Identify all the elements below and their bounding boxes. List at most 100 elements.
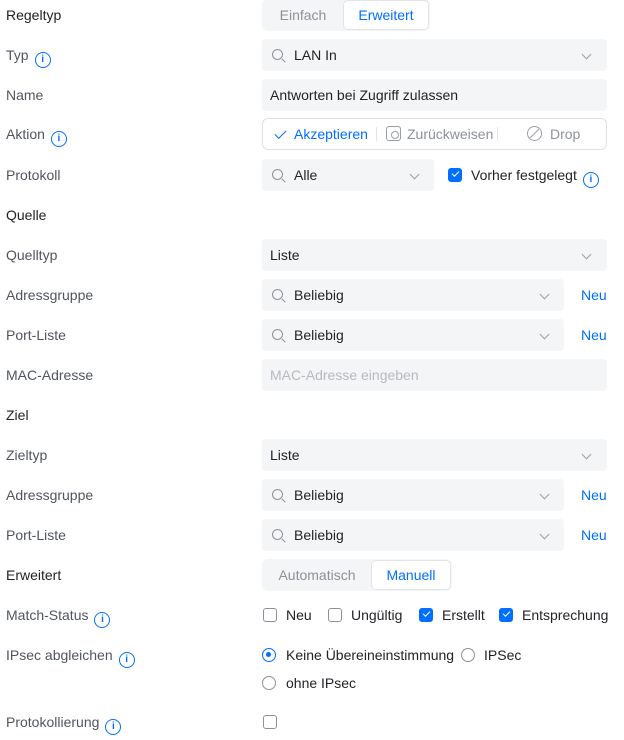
predefined-checkbox[interactable]: [448, 168, 462, 182]
advanced-segmented: Automatisch Manuell: [262, 559, 452, 591]
logging-row: Protokollierung i: [0, 706, 624, 738]
match-new-label: Neu: [286, 607, 312, 623]
logging-label: Protokollierung: [6, 714, 100, 730]
destination-port-list-select[interactable]: Beliebig: [262, 519, 564, 551]
match-related-checkbox[interactable]: [499, 608, 513, 622]
info-icon[interactable]: i: [94, 612, 111, 628]
search-icon: [272, 529, 283, 540]
action-reject-option[interactable]: Zurückweisen: [386, 119, 493, 149]
advanced-automatic-option[interactable]: Automatisch: [264, 561, 370, 589]
protocol-label: Protokoll: [6, 167, 61, 183]
chevron-down-icon: [539, 489, 550, 500]
search-icon: [272, 289, 283, 300]
new-port-list-link[interactable]: Neu: [581, 519, 607, 551]
ipsec-without-radio[interactable]: [262, 676, 276, 690]
destination-heading-row: Ziel: [0, 399, 624, 431]
chevron-down-icon: [539, 329, 550, 340]
destination-port-list-label: Port-Liste: [6, 527, 66, 543]
chevron-down-icon: [539, 529, 550, 540]
name-row: Name Antworten bei Zugriff zulassen: [0, 79, 624, 111]
info-icon[interactable]: i: [50, 131, 67, 147]
destination-address-group-row: Adressgruppe Beliebig Neu: [0, 479, 624, 511]
ipsec-none-radio[interactable]: [262, 648, 276, 662]
ipsec-ipsec-label: IPSec: [484, 647, 522, 663]
match-status-label-wrap: Match-Status i: [6, 599, 111, 631]
chevron-down-icon: [539, 289, 550, 300]
info-icon[interactable]: i: [34, 52, 51, 68]
match-established-checkbox[interactable]: [419, 608, 433, 622]
source-heading-row: Quelle: [0, 199, 624, 231]
drop-icon: [527, 126, 542, 141]
source-type-select[interactable]: Liste: [262, 239, 607, 271]
source-mac-label: MAC-Adresse: [6, 367, 94, 383]
source-port-list-value: Beliebig: [294, 327, 344, 343]
match-invalid-checkbox[interactable]: [328, 608, 342, 622]
rule-type-segmented: Einfach Erweitert: [262, 0, 430, 31]
new-address-group-link[interactable]: Neu: [581, 479, 607, 511]
match-invalid-label: Ungültig: [351, 607, 403, 623]
destination-type-label: Zieltyp: [6, 447, 48, 463]
source-address-group-row: Adressgruppe Beliebig Neu: [0, 279, 624, 311]
name-input[interactable]: Antworten bei Zugriff zulassen: [262, 79, 607, 111]
type-select[interactable]: LAN In: [262, 39, 607, 71]
reject-icon: [386, 126, 401, 141]
match-new-checkbox[interactable]: [263, 608, 277, 622]
match-status-label: Match-Status: [6, 607, 89, 623]
check-icon: [274, 126, 287, 140]
predefined-label: Vorher festgelegt: [471, 167, 577, 183]
source-mac-row: MAC-Adresse MAC-Adresse eingeben: [0, 359, 624, 391]
destination-port-list-value: Beliebig: [294, 527, 344, 543]
ipsec-ipsec-radio[interactable]: [461, 648, 475, 662]
rule-type-label: Regeltyp: [6, 7, 62, 23]
action-options: Akzeptieren Zurückweisen Drop: [262, 118, 607, 150]
type-label-wrap: Typ i: [6, 39, 51, 71]
destination-type-select[interactable]: Liste: [262, 439, 607, 471]
type-row: Typ i LAN In: [0, 39, 624, 71]
action-drop-label: Drop: [550, 126, 581, 142]
destination-address-group-value: Beliebig: [294, 487, 344, 503]
new-port-list-link[interactable]: Neu: [581, 319, 607, 351]
info-icon[interactable]: i: [118, 652, 135, 668]
source-address-group-value: Beliebig: [294, 287, 344, 303]
type-value: LAN In: [294, 47, 337, 63]
mac-address-placeholder: MAC-Adresse eingeben: [270, 367, 419, 383]
action-accept-option[interactable]: Akzeptieren: [274, 119, 368, 149]
advanced-manual-option[interactable]: Manuell: [372, 561, 450, 589]
source-address-group-select[interactable]: Beliebig: [262, 279, 564, 311]
chevron-down-icon: [581, 449, 592, 460]
logging-label-wrap: Protokollierung i: [6, 706, 122, 738]
protocol-select[interactable]: Alle: [262, 159, 434, 191]
rule-type-simple-option[interactable]: Einfach: [264, 1, 342, 29]
search-icon: [272, 329, 283, 340]
logging-checkbox[interactable]: [263, 715, 277, 729]
chevron-down-icon: [581, 49, 592, 60]
source-port-list-select[interactable]: Beliebig: [262, 319, 564, 351]
divider: [376, 127, 377, 141]
chevron-down-icon: [409, 169, 420, 180]
divider: [497, 127, 498, 141]
info-icon[interactable]: i: [105, 719, 122, 735]
destination-address-group-select[interactable]: Beliebig: [262, 479, 564, 511]
destination-type-row: Zieltyp Liste: [0, 439, 624, 471]
source-type-row: Quelltyp Liste: [0, 239, 624, 271]
name-label: Name: [6, 87, 44, 103]
ipsec-label: IPsec abgleichen: [6, 647, 113, 663]
source-port-list-row: Port-Liste Beliebig Neu: [0, 319, 624, 351]
action-label-wrap: Aktion i: [6, 118, 67, 150]
match-established-label: Erstellt: [442, 607, 485, 623]
rule-type-advanced-option[interactable]: Erweitert: [344, 1, 428, 29]
destination-address-group-label: Adressgruppe: [6, 487, 94, 503]
name-value: Antworten bei Zugriff zulassen: [270, 87, 459, 103]
protocol-value: Alle: [294, 167, 318, 183]
advanced-label: Erweitert: [6, 567, 62, 583]
info-icon[interactable]: i: [582, 172, 599, 188]
source-type-label: Quelltyp: [6, 247, 58, 263]
new-address-group-link[interactable]: Neu: [581, 279, 607, 311]
action-drop-option[interactable]: Drop: [527, 119, 580, 149]
search-icon: [272, 49, 283, 60]
mac-address-input[interactable]: MAC-Adresse eingeben: [262, 359, 607, 391]
destination-port-list-row: Port-Liste Beliebig Neu: [0, 519, 624, 551]
source-address-group-label: Adressgruppe: [6, 287, 94, 303]
protocol-row: Protokoll Alle Vorher festgelegt i: [0, 159, 624, 191]
advanced-row: Erweitert Automatisch Manuell: [0, 559, 624, 591]
